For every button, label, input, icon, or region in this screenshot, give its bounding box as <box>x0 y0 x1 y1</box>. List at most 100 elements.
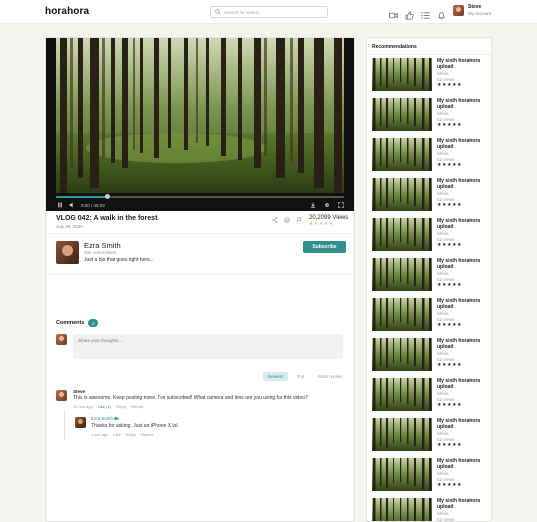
recommendation-channel[interactable]: Steve <box>437 111 449 116</box>
recommendation-card[interactable]: My sixth horahora uploadSteve52 views★★★… <box>372 178 490 216</box>
comments-count-badge: 2 <box>88 319 99 327</box>
divider <box>367 54 491 55</box>
comment-reply-button[interactable]: Reply <box>116 404 126 409</box>
recommendation-card[interactable]: My sixth horahora uploadSteve52 views★★★… <box>372 218 490 256</box>
progress-handle[interactable] <box>105 194 111 199</box>
recommendation-card[interactable]: My sixth horahora uploadSteve52 views★★★… <box>372 98 490 136</box>
recommendation-rating: ★★★★★ <box>437 482 462 488</box>
channel-bio: Just a bio that goes right here... <box>84 257 155 263</box>
thumbs-up-icon[interactable] <box>405 7 414 20</box>
recommendation-card[interactable]: My sixth horahora uploadSteve52 views★★★… <box>372 458 490 496</box>
reply-avatar[interactable] <box>75 417 86 428</box>
video-thumbnail[interactable] <box>372 338 432 371</box>
flag-icon[interactable] <box>296 217 302 223</box>
channel-avatar[interactable] <box>56 241 79 264</box>
recommendation-card[interactable]: My sixth horahora uploadSteve52 views★★★… <box>372 418 490 456</box>
settings-icon[interactable] <box>324 202 330 208</box>
comment-avatar[interactable] <box>56 390 67 401</box>
recommendation-channel[interactable]: Steve <box>437 431 449 436</box>
reply-reply-button[interactable]: Reply <box>126 432 136 437</box>
recommendation-channel[interactable]: Steve <box>437 311 449 316</box>
avatar <box>453 5 464 16</box>
reply-like-button[interactable]: Like <box>113 432 120 437</box>
video-thumbnail[interactable] <box>372 218 432 251</box>
comment-input[interactable] <box>73 334 343 359</box>
list-icon[interactable] <box>421 7 430 19</box>
download-icon[interactable] <box>310 202 316 208</box>
reply-report-button[interactable]: Report <box>141 432 153 437</box>
video-thumbnail[interactable] <box>372 458 432 491</box>
video-thumbnail[interactable] <box>372 98 432 131</box>
channel-name[interactable]: Ezra Smith <box>84 241 121 250</box>
progress-fill <box>56 196 108 198</box>
sort-tab-newest[interactable]: Newest <box>263 372 289 381</box>
recommendation-channel[interactable]: Steve <box>437 471 449 476</box>
video-thumbnail[interactable] <box>372 258 432 291</box>
recommendation-card[interactable]: My sixth horahora uploadSteve52 views★★★… <box>372 498 490 521</box>
video-thumbnail[interactable] <box>372 178 432 211</box>
user-menu[interactable]: Steve My account <box>453 4 491 17</box>
volume-icon[interactable] <box>69 202 75 208</box>
recommendation-title[interactable]: My sixth horahora upload <box>437 258 489 270</box>
bell-icon[interactable] <box>437 7 446 20</box>
video-player[interactable]: 0:20 / 45:03 <box>46 38 354 211</box>
recommendation-rating: ★★★★★ <box>437 402 462 408</box>
star-empty-icon: ★ <box>456 202 462 208</box>
recommendation-rating: ★★★★★ <box>437 162 462 168</box>
recommendation-title[interactable]: My sixth horahora upload <box>437 98 489 110</box>
sort-tab-top[interactable]: Top <box>292 372 309 381</box>
recommendation-card[interactable]: My sixth horahora uploadSteve52 views★★★… <box>372 138 490 176</box>
recommendation-channel[interactable]: Steve <box>437 151 449 156</box>
video-thumbnail[interactable] <box>372 418 432 451</box>
recommendation-title[interactable]: My sixth horahora upload <box>437 58 489 70</box>
comment-like-button[interactable]: Like (1) <box>98 404 111 409</box>
user-account-link[interactable]: My account <box>468 11 491 17</box>
video-camera-icon <box>114 417 119 421</box>
recommendation-title[interactable]: My sixth horahora upload <box>437 378 489 390</box>
comment-time: 10 min ago <box>73 404 93 409</box>
recommendation-title[interactable]: My sixth horahora upload <box>437 178 489 190</box>
subscribe-button[interactable]: Subscribe <box>303 241 346 253</box>
recommendation-channel[interactable]: Steve <box>437 511 449 516</box>
recommendation-card[interactable]: My sixth horahora uploadSteve52 views★★★… <box>372 298 490 336</box>
recommendation-title[interactable]: My sixth horahora upload <box>437 218 489 230</box>
recommendation-title[interactable]: My sixth horahora upload <box>437 338 489 350</box>
share-icon[interactable] <box>272 217 278 223</box>
video-camera-icon[interactable] <box>389 7 398 19</box>
recommendation-card[interactable]: My sixth horahora uploadSteve52 views★★★… <box>372 378 490 416</box>
recommendation-card[interactable]: My sixth horahora uploadSteve52 views★★★… <box>372 58 490 96</box>
video-thumbnail[interactable] <box>372 378 432 411</box>
recommendation-title[interactable]: My sixth horahora upload <box>437 298 489 310</box>
recommendation-title[interactable]: My sixth horahora upload <box>437 458 489 470</box>
video-rating[interactable]: ★★★★★ <box>309 221 348 227</box>
recommendation-title[interactable]: My sixth horahora upload <box>437 138 489 150</box>
recommendation-channel[interactable]: Steve <box>437 351 449 356</box>
recommendation-title[interactable]: My sixth horahora upload <box>437 418 489 430</box>
recommendation-channel[interactable]: Steve <box>437 391 449 396</box>
recommendation-card[interactable]: My sixth horahora uploadSteve52 views★★★… <box>372 338 490 376</box>
video-thumbnail[interactable] <box>372 58 432 91</box>
pause-icon[interactable] <box>57 202 63 208</box>
recommendation-channel[interactable]: Steve <box>437 231 449 236</box>
search-input[interactable]: Search for videos <box>210 6 328 18</box>
recommendation-channel[interactable]: Steve <box>437 271 449 276</box>
reply-author[interactable]: Ezra Smith <box>91 416 119 421</box>
video-frame[interactable] <box>56 38 344 193</box>
site-logo[interactable]: horahora <box>45 6 89 17</box>
divider <box>46 233 354 234</box>
recommendation-rating: ★★★★★ <box>437 282 462 288</box>
video-thumbnail[interactable] <box>372 298 432 331</box>
recommendation-card[interactable]: My sixth horahora uploadSteve52 views★★★… <box>372 258 490 296</box>
progress-bar[interactable] <box>56 194 344 199</box>
comment-author[interactable]: Steve <box>73 389 85 394</box>
video-thumbnail[interactable] <box>372 498 432 521</box>
save-icon[interactable] <box>284 217 290 223</box>
recommendation-channel[interactable]: Steve <box>437 71 449 76</box>
recommendation-channel[interactable]: Steve <box>437 191 449 196</box>
channel-subscriber-count: 30K subscribers <box>84 250 117 255</box>
video-thumbnail[interactable] <box>372 138 432 171</box>
sort-tab-most-replies[interactable]: Most replies <box>313 372 347 381</box>
fullscreen-icon[interactable] <box>338 202 344 208</box>
comment-report-button[interactable]: Report <box>131 404 143 409</box>
recommendation-title[interactable]: My sixth horahora upload <box>437 498 489 510</box>
